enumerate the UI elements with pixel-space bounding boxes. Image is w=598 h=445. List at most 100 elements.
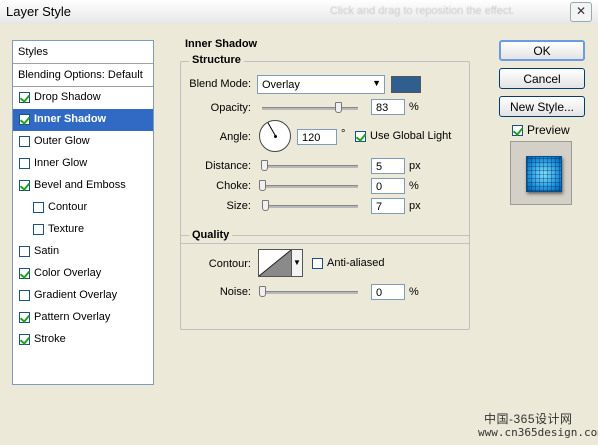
style-item-checkbox[interactable] bbox=[19, 136, 30, 147]
style-item-checkbox[interactable] bbox=[19, 92, 30, 103]
style-item-checkbox[interactable] bbox=[19, 312, 30, 323]
styles-list: Styles Blending Options: Default Drop Sh… bbox=[12, 40, 154, 385]
blend-mode-value: Overlay bbox=[262, 79, 300, 91]
style-item-label: Texture bbox=[48, 223, 85, 235]
size-slider-track[interactable] bbox=[262, 205, 358, 208]
contour-label: Contour: bbox=[208, 258, 251, 270]
watermark-url: www.cn365design.com bbox=[478, 426, 598, 439]
style-preview bbox=[510, 141, 572, 205]
style-item-bevel-and-emboss[interactable]: Bevel and Emboss bbox=[13, 175, 153, 197]
style-item-inner-glow[interactable]: Inner Glow bbox=[13, 153, 153, 175]
style-item-label: Contour bbox=[48, 201, 88, 213]
layer-style-dialog: Styles Blending Options: Default Drop Sh… bbox=[0, 24, 598, 445]
cancel-button[interactable]: Cancel bbox=[499, 68, 585, 89]
choke-slider-track[interactable] bbox=[262, 185, 358, 188]
noise-slider-thumb[interactable] bbox=[259, 286, 266, 297]
watermark-text: 中国-365设计网 bbox=[484, 412, 573, 426]
style-item-texture[interactable]: Texture bbox=[13, 219, 153, 241]
choke-slider-thumb[interactable] bbox=[259, 180, 266, 191]
distance-slider-thumb[interactable] bbox=[260, 160, 268, 171]
style-item-label: Color Overlay bbox=[34, 267, 102, 279]
styles-header[interactable]: Styles bbox=[13, 41, 153, 64]
choke-label: Choke: bbox=[216, 180, 251, 192]
style-item-label: Inner Shadow bbox=[34, 113, 107, 125]
style-item-inner-shadow[interactable]: Inner Shadow bbox=[13, 109, 153, 131]
anti-aliased-label: Anti-aliased bbox=[327, 257, 385, 269]
style-item-checkbox[interactable] bbox=[33, 224, 44, 235]
close-icon[interactable]: ✕ bbox=[570, 2, 592, 22]
style-item-checkbox[interactable] bbox=[19, 290, 30, 301]
style-item-label: Satin bbox=[34, 245, 60, 257]
preview-checkbox[interactable] bbox=[512, 125, 523, 136]
opacity-label: Opacity: bbox=[210, 102, 251, 114]
choke-input[interactable]: 0 bbox=[371, 178, 405, 194]
style-item-contour[interactable]: Contour bbox=[13, 197, 153, 219]
style-item-label: Bevel and Emboss bbox=[34, 179, 126, 191]
section-title: Inner Shadow bbox=[185, 38, 258, 50]
quality-group: Quality Contour: ▼ Anti-aliased Noise: 0… bbox=[180, 229, 470, 330]
quality-title: Quality bbox=[189, 229, 233, 241]
noise-slider-track[interactable] bbox=[262, 291, 358, 294]
angle-label: Angle: bbox=[219, 131, 251, 143]
size-slider-thumb[interactable] bbox=[261, 200, 269, 211]
style-item-checkbox[interactable] bbox=[19, 114, 30, 125]
style-item-stroke[interactable]: Stroke bbox=[13, 329, 153, 351]
noise-input[interactable]: 0 bbox=[371, 284, 405, 300]
ok-button[interactable]: OK bbox=[499, 40, 585, 61]
distance-input[interactable]: 5 bbox=[371, 158, 405, 174]
style-item-color-overlay[interactable]: Color Overlay bbox=[13, 263, 153, 285]
contour-picker[interactable] bbox=[258, 249, 292, 277]
style-item-checkbox[interactable] bbox=[33, 202, 44, 213]
angle-center bbox=[274, 135, 277, 138]
style-item-outer-glow[interactable]: Outer Glow bbox=[13, 131, 153, 153]
contour-dropdown-icon[interactable]: ▼ bbox=[292, 249, 303, 277]
opacity-input[interactable]: 83 bbox=[371, 99, 405, 115]
style-item-label: Inner Glow bbox=[34, 157, 88, 169]
distance-slider-track[interactable] bbox=[262, 165, 358, 168]
structure-group: Structure Blend Mode: Overlay ▼ Opacity:… bbox=[180, 54, 470, 244]
style-item-drop-shadow[interactable]: Drop Shadow bbox=[13, 87, 153, 109]
contour-curve-icon bbox=[258, 249, 292, 277]
anti-aliased-checkbox[interactable] bbox=[312, 258, 323, 269]
structure-title: Structure bbox=[189, 54, 244, 66]
style-item-checkbox[interactable] bbox=[19, 180, 30, 191]
style-item-label: Gradient Overlay bbox=[34, 289, 118, 301]
opacity-slider-track[interactable] bbox=[262, 107, 358, 110]
choke-unit: % bbox=[409, 180, 419, 192]
new-style-button[interactable]: New Style... bbox=[499, 96, 585, 117]
title-bar: Layer Style Click and drag to reposition… bbox=[0, 0, 598, 25]
noise-unit: % bbox=[409, 286, 419, 298]
angle-unit: ° bbox=[341, 128, 346, 140]
style-item-checkbox[interactable] bbox=[19, 268, 30, 279]
style-item-gradient-overlay[interactable]: Gradient Overlay bbox=[13, 285, 153, 307]
style-item-label: Outer Glow bbox=[34, 135, 90, 147]
style-item-checkbox[interactable] bbox=[19, 334, 30, 345]
angle-dial[interactable] bbox=[259, 120, 291, 152]
size-unit: px bbox=[409, 200, 421, 212]
style-item-label: Pattern Overlay bbox=[34, 311, 111, 323]
drag-hint: Click and drag to reposition the effect. bbox=[330, 5, 515, 17]
opacity-slider-thumb[interactable] bbox=[335, 102, 343, 113]
angle-input[interactable]: 120 bbox=[297, 129, 337, 145]
style-item-checkbox[interactable] bbox=[19, 158, 30, 169]
blend-color-swatch[interactable] bbox=[391, 76, 421, 93]
style-item-label: Stroke bbox=[34, 333, 66, 345]
use-global-light-checkbox[interactable] bbox=[355, 131, 366, 142]
blend-mode-select[interactable]: Overlay ▼ bbox=[257, 75, 385, 94]
blending-options-item[interactable]: Blending Options: Default bbox=[13, 64, 153, 87]
angle-needle bbox=[267, 122, 276, 136]
style-item-checkbox[interactable] bbox=[19, 246, 30, 257]
use-global-light-label: Use Global Light bbox=[370, 130, 452, 142]
distance-unit: px bbox=[409, 160, 421, 172]
window-title: Layer Style bbox=[6, 4, 72, 19]
size-input[interactable]: 7 bbox=[371, 198, 405, 214]
preview-label: Preview bbox=[527, 123, 570, 137]
style-item-label: Drop Shadow bbox=[34, 91, 101, 103]
chevron-down-icon: ▼ bbox=[372, 78, 381, 88]
style-item-satin[interactable]: Satin bbox=[13, 241, 153, 263]
preview-swatch bbox=[526, 156, 562, 192]
noise-label: Noise: bbox=[219, 286, 251, 298]
distance-label: Distance: bbox=[205, 160, 251, 172]
style-item-pattern-overlay[interactable]: Pattern Overlay bbox=[13, 307, 153, 329]
blend-mode-label: Blend Mode: bbox=[189, 78, 251, 90]
